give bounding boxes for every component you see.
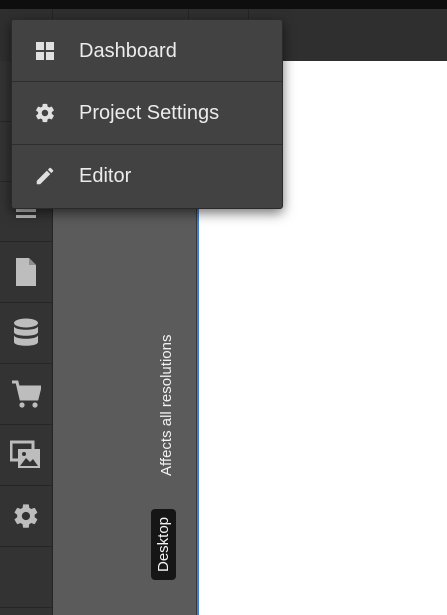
cart-icon [11,379,41,409]
sidebar-item-empty [0,547,52,608]
menu-item-label: Editor [79,164,132,187]
breakpoint-tab-desktop[interactable]: Desktop [151,508,176,580]
navigation-menu: Dashboard Project Settings Editor [11,19,283,209]
menu-item-project-settings[interactable]: Project Settings [12,82,282,144]
top-bar [0,0,447,9]
menu-item-dashboard[interactable]: Dashboard [12,20,282,82]
dashboard-icon [34,40,56,62]
sidebar-item-pages[interactable] [0,242,52,303]
pencil-icon [34,165,56,187]
menu-item-editor[interactable]: Editor [12,145,282,207]
gear-icon [34,102,56,124]
media-icon [10,440,42,470]
settings-icon [12,502,40,530]
sidebar-item-settings[interactable] [0,486,52,547]
sidebar-item-data[interactable] [0,303,52,364]
resolution-label: Affects all resolutions [158,334,175,476]
menu-item-label: Dashboard [79,39,177,62]
page-icon [14,257,38,287]
database-icon [13,318,39,348]
sidebar-item-media[interactable] [0,425,52,486]
sidebar-item-store[interactable] [0,364,52,425]
menu-item-label: Project Settings [79,101,220,124]
